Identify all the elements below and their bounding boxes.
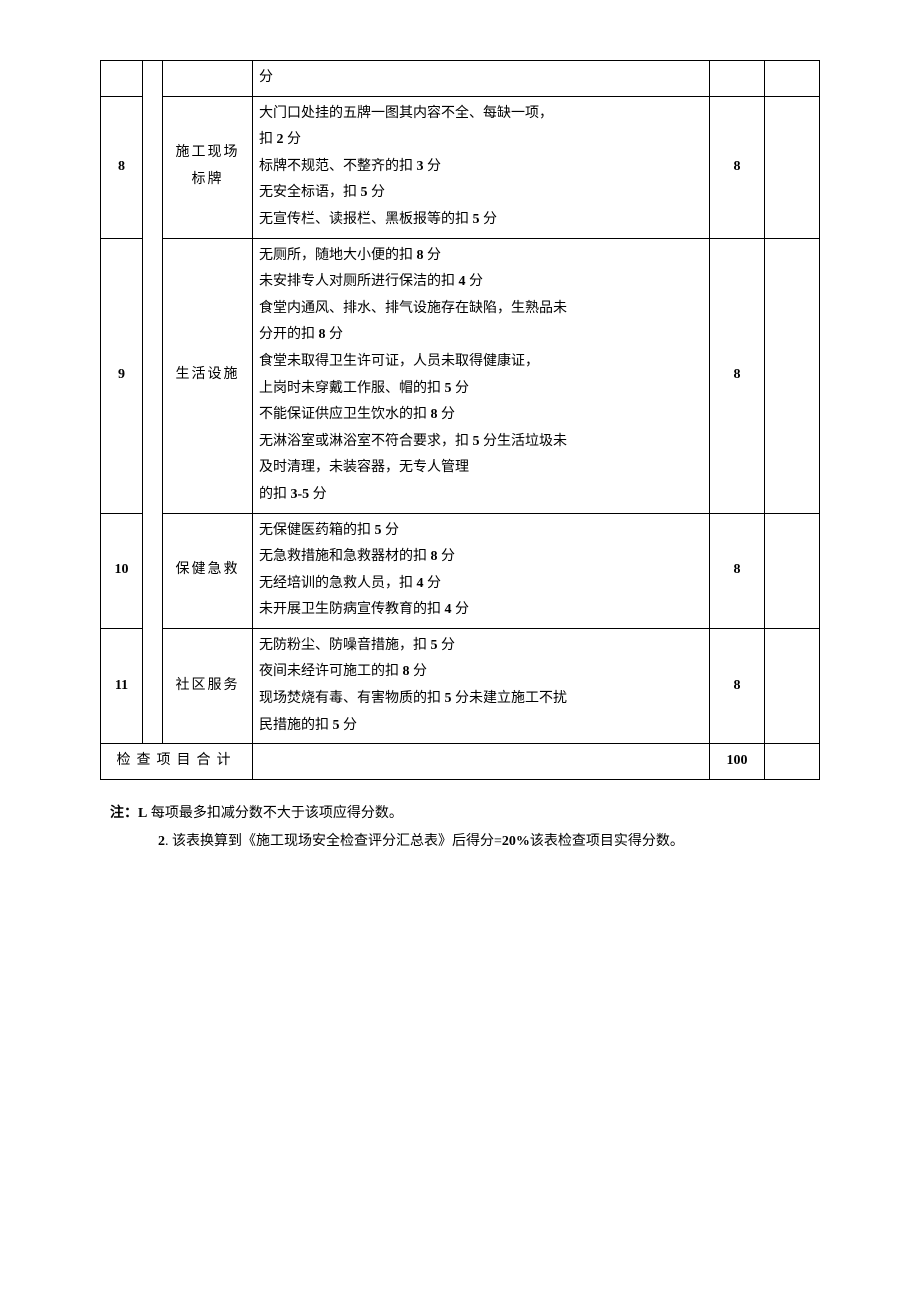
evaluation-table: 分8施工现场标牌大门口处挂的五牌一图其内容不全、每缺一项，扣 2 分标牌不规范、… xyxy=(100,60,820,780)
description-cell: 无防粉尘、防噪音措施，扣 5 分夜间未经许可施工的扣 8 分现场焚烧有毒、有害物… xyxy=(253,628,710,743)
table-row: 9生活设施无厕所，随地大小便的扣 8 分未安排专人对厕所进行保洁的扣 4 分食堂… xyxy=(101,238,820,513)
total-score: 100 xyxy=(710,744,765,780)
category-cell: 社区服务 xyxy=(163,628,253,743)
category-cell: 施工现场标牌 xyxy=(163,96,253,238)
empty-cell xyxy=(765,238,820,513)
table-row: 11社区服务无防粉尘、防噪音措施，扣 5 分夜间未经许可施工的扣 8 分现场焚烧… xyxy=(101,628,820,743)
note-prefix: 注： xyxy=(110,806,138,821)
row-number xyxy=(101,61,143,97)
note-1: 注：L 每项最多扣减分数不大于该项应得分数。 xyxy=(110,800,820,828)
score-cell: 8 xyxy=(710,96,765,238)
row-number: 8 xyxy=(101,96,143,238)
empty-cell xyxy=(765,61,820,97)
empty-cell xyxy=(765,513,820,628)
score-cell xyxy=(710,61,765,97)
empty-cell xyxy=(765,96,820,238)
score-cell: 8 xyxy=(710,513,765,628)
blank-column xyxy=(143,61,163,744)
row-number: 10 xyxy=(101,513,143,628)
note-2: 2. 该表换算到《施工现场安全检查评分汇总表》后得分=20%该表检查项目实得分数… xyxy=(110,828,820,856)
description-cell: 无保健医药箱的扣 5 分无急救措施和急救器材的扣 8 分无经培训的急救人员，扣 … xyxy=(253,513,710,628)
empty-cell xyxy=(765,628,820,743)
table-row: 8施工现场标牌大门口处挂的五牌一图其内容不全、每缺一项，扣 2 分标牌不规范、不… xyxy=(101,96,820,238)
note1-text: 每项最多扣减分数不大于该项应得分数。 xyxy=(147,806,403,821)
description-cell: 分 xyxy=(253,61,710,97)
category-cell xyxy=(163,61,253,97)
total-row: 检查项目合计 100 xyxy=(101,744,820,780)
total-label: 检查项目合计 xyxy=(101,744,253,780)
score-cell: 8 xyxy=(710,628,765,743)
notes-section: 注：L 每项最多扣减分数不大于该项应得分数。 2. 该表换算到《施工现场安全检查… xyxy=(100,800,820,856)
score-cell: 8 xyxy=(710,238,765,513)
category-cell: 生活设施 xyxy=(163,238,253,513)
category-cell: 保健急救 xyxy=(163,513,253,628)
row-number: 9 xyxy=(101,238,143,513)
row-number: 11 xyxy=(101,628,143,743)
total-desc xyxy=(253,744,710,780)
description-cell: 无厕所，随地大小便的扣 8 分未安排专人对厕所进行保洁的扣 4 分食堂内通风、排… xyxy=(253,238,710,513)
table-row: 分 xyxy=(101,61,820,97)
note2-bold-label: 2 xyxy=(158,834,165,849)
note2-text: . 该表换算到《施工现场安全检查评分汇总表》后得分= xyxy=(165,834,502,849)
note2-bold2: 20% xyxy=(502,834,530,849)
description-cell: 大门口处挂的五牌一图其内容不全、每缺一项，扣 2 分标牌不规范、不整齐的扣 3 … xyxy=(253,96,710,238)
table-row: 10保健急救无保健医药箱的扣 5 分无急救措施和急救器材的扣 8 分无经培训的急… xyxy=(101,513,820,628)
total-empty xyxy=(765,744,820,780)
note1-bold-label: L xyxy=(138,806,147,821)
note2-text2: 该表检查项目实得分数。 xyxy=(530,834,684,849)
